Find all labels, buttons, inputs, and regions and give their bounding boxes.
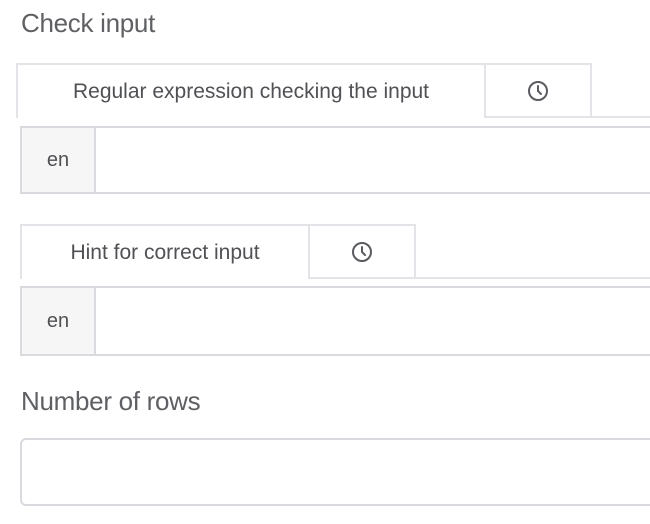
tab-regex-history[interactable] xyxy=(484,63,592,118)
regex-input-group: en xyxy=(20,126,650,194)
language-addon: en xyxy=(22,128,96,192)
hint-input-group: en xyxy=(20,286,650,356)
clock-icon xyxy=(352,241,372,262)
tab-bar-divider xyxy=(414,277,650,279)
language-addon: en xyxy=(22,288,96,354)
hint-input[interactable] xyxy=(96,288,650,354)
regex-input[interactable] xyxy=(96,128,650,192)
tab-hint-history[interactable] xyxy=(308,224,416,279)
check-input-heading: Check input xyxy=(21,8,155,38)
number-of-rows-heading: Number of rows xyxy=(21,386,201,416)
tab-regular-expression[interactable]: Regular expression checking the input xyxy=(16,63,486,118)
number-of-rows-input[interactable] xyxy=(20,438,650,506)
clock-icon xyxy=(528,80,548,101)
tab-hint[interactable]: Hint for correct input xyxy=(20,224,310,279)
tab-bar-divider xyxy=(590,116,650,118)
